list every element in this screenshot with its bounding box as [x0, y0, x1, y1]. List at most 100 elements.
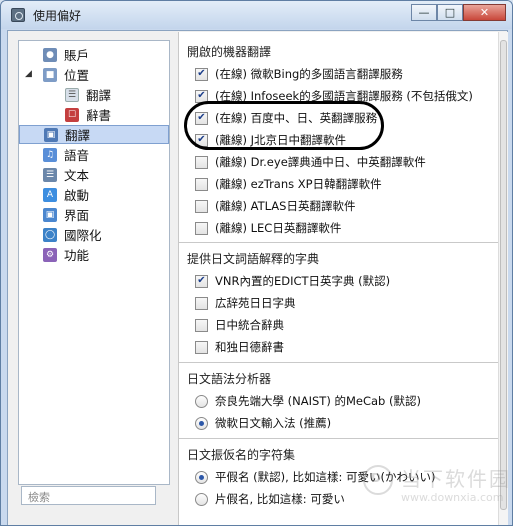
checkbox-checked-icon[interactable]: ✔ — [195, 67, 208, 81]
maximize-button[interactable]: □ — [437, 4, 463, 21]
sidebar-item-account[interactable]: ● 賬戶 — [19, 45, 169, 64]
checkbox-checked-icon[interactable]: ✔ — [195, 111, 208, 125]
settings-panel: 開啟的機器翻譯 ✔ (在線) 微軟Bing的多國語言翻譯服務 ✔ (在線) Info… — [178, 32, 498, 525]
window-client-area: ● 賬戶 ◢ ■ 位置 ☰ 翻譯 ☐ 辭書 ▣ 翻譯 ♫ 語音 ☰ 文本 A 啟… — [7, 30, 508, 525]
option-edict[interactable]: ✔ VNR內置的EDICT日英字典 (默認) — [195, 272, 390, 290]
checkbox-empty-icon[interactable] — [195, 199, 208, 213]
option-label: 広辞苑日日字典 — [215, 296, 296, 310]
option-label: 奈良先端大學 (NAIST) 的MeCab (默認) — [215, 394, 421, 408]
option-label: (離線) LEC日英翻譯軟件 — [215, 221, 342, 235]
sidebar-item-label: 位置 — [64, 68, 90, 83]
translation-icon: ☰ — [65, 87, 79, 102]
scrollbar-thumb[interactable] — [500, 40, 507, 510]
sidebar-item-label: 界面 — [64, 208, 90, 223]
location-icon: ■ — [43, 67, 57, 82]
option-label: (離線) ATLAS日英翻譯軟件 — [215, 199, 356, 213]
section-divider — [179, 438, 498, 439]
sidebar-item-i18n[interactable]: ◯ 國際化 — [19, 225, 169, 244]
option-label: (在線) 微軟Bing的多國語言翻譯服務 — [215, 67, 403, 81]
option-mecab[interactable]: 奈良先端大學 (NAIST) 的MeCab (默認) — [195, 392, 421, 410]
sidebar-item-location-dictionary[interactable]: ☐ 辭書 — [19, 105, 169, 124]
sidebar-item-label: 文本 — [64, 168, 90, 183]
radio-empty-icon[interactable] — [195, 394, 208, 408]
option-jbeijing[interactable]: ✔ (離線) J北京日中翻譯軟件 — [195, 131, 346, 149]
sidebar-item-label: 啟動 — [64, 188, 90, 203]
option-label: 日中統合辭典 — [215, 318, 284, 332]
music-note-icon: ♫ — [43, 147, 57, 162]
translate-icon: ▣ — [44, 127, 58, 142]
option-label: VNR內置的EDICT日英字典 (默認) — [215, 274, 391, 288]
checkbox-empty-icon[interactable] — [195, 296, 208, 310]
title-bar[interactable]: 使用偏好 — □ ✕ — [1, 1, 512, 29]
option-baidu[interactable]: ✔ (在線) 百度中、日、英翻譯服務 — [195, 109, 377, 127]
globe-icon: ◯ — [43, 227, 57, 242]
section-title-machine-translation: 開啟的機器翻譯 — [187, 45, 272, 59]
section-divider — [179, 362, 498, 363]
sidebar-item-launch[interactable]: A 啟動 — [19, 185, 169, 204]
sidebar-tree: ● 賬戶 ◢ ■ 位置 ☰ 翻譯 ☐ 辭書 ▣ 翻譯 ♫ 語音 ☰ 文本 A 啟… — [18, 40, 170, 485]
sidebar-item-features[interactable]: ⚙ 功能 — [19, 245, 169, 264]
text-icon: ☰ — [43, 167, 57, 182]
option-ms-ime[interactable]: 微軟日文輸入法 (推薦) — [195, 414, 331, 432]
sidebar-item-label: 翻譯 — [65, 128, 91, 143]
close-button[interactable]: ✕ — [463, 4, 506, 21]
preferences-window: 使用偏好 — □ ✕ ● 賬戶 ◢ ■ 位置 ☰ 翻譯 ☐ 辭書 ▣ 翻譯 ♫ … — [0, 0, 513, 526]
sidebar-item-label: 賬戶 — [64, 48, 90, 63]
checkbox-empty-icon[interactable] — [195, 318, 208, 332]
option-label: (離線) J北京日中翻譯軟件 — [215, 133, 347, 147]
radio-selected-icon[interactable] — [195, 416, 208, 430]
option-label: 平假名 (默認), 比如這樣: 可愛い(かわいい) — [215, 470, 436, 484]
window-title: 使用偏好 — [33, 8, 82, 23]
radio-empty-icon[interactable] — [195, 492, 208, 506]
sidebar-item-interface[interactable]: ▣ 界面 — [19, 205, 169, 224]
launch-icon: A — [43, 187, 57, 202]
option-bing[interactable]: ✔ (在線) 微軟Bing的多國語言翻譯服務 — [195, 65, 403, 83]
option-wadoku[interactable]: 和独日德辭書 — [195, 338, 284, 356]
vertical-scrollbar[interactable] — [498, 32, 508, 525]
option-label: (在線) 百度中、日、英翻譯服務 — [215, 111, 378, 125]
dictionary-icon: ☐ — [65, 107, 79, 122]
sidebar-item-label: 辭書 — [86, 108, 112, 123]
option-label: (離線) ezTrans XP日韓翻譯軟件 — [215, 177, 382, 191]
option-label: 和独日德辭書 — [215, 340, 284, 354]
option-label: (在線) Infoseek的多國語言翻譯服務 (不包括俄文) — [215, 89, 473, 103]
checkbox-empty-icon[interactable] — [195, 155, 208, 169]
sidebar-item-label: 功能 — [64, 248, 90, 263]
option-label: 片假名, 比如這樣: 可愛い — [215, 492, 345, 506]
section-title-parser: 日文語法分析器 — [187, 372, 272, 386]
option-label: (離線) Dr.eye譯典通中日、中英翻譯軟件 — [215, 155, 426, 169]
checkbox-checked-icon[interactable]: ✔ — [195, 89, 208, 103]
section-divider — [179, 242, 498, 243]
checkbox-empty-icon[interactable] — [195, 177, 208, 191]
minimize-button[interactable]: — — [411, 4, 437, 21]
checkbox-checked-icon[interactable]: ✔ — [195, 274, 208, 288]
option-jc-dict[interactable]: 日中統合辭典 — [195, 316, 284, 334]
option-dreye[interactable]: (離線) Dr.eye譯典通中日、中英翻譯軟件 — [195, 153, 426, 171]
option-infoseek[interactable]: ✔ (在線) Infoseek的多國語言翻譯服務 (不包括俄文) — [195, 87, 473, 105]
option-hiragana[interactable]: 平假名 (默認), 比如這樣: 可愛い(かわいい) — [195, 468, 435, 486]
search-input[interactable]: 檢索 — [21, 486, 156, 505]
option-kojien[interactable]: 広辞苑日日字典 — [195, 294, 296, 312]
app-icon — [11, 8, 25, 22]
sidebar-item-text[interactable]: ☰ 文本 — [19, 165, 169, 184]
sidebar-item-label: 國際化 — [64, 228, 102, 243]
sidebar-item-voice[interactable]: ♫ 語音 — [19, 145, 169, 164]
interface-icon: ▣ — [43, 207, 57, 222]
settings-icon: ⚙ — [43, 247, 57, 262]
sidebar-item-translate[interactable]: ▣ 翻譯 — [19, 125, 169, 144]
maximize-icon: □ — [444, 6, 456, 19]
checkbox-empty-icon[interactable] — [195, 340, 208, 354]
sidebar-item-location-translation[interactable]: ☰ 翻譯 — [19, 85, 169, 104]
option-eztrans[interactable]: (離線) ezTrans XP日韓翻譯軟件 — [195, 175, 382, 193]
checkbox-checked-icon[interactable]: ✔ — [195, 133, 208, 147]
option-lec[interactable]: (離線) LEC日英翻譯軟件 — [195, 219, 341, 237]
option-atlas[interactable]: (離線) ATLAS日英翻譯軟件 — [195, 197, 355, 215]
radio-selected-icon[interactable] — [195, 470, 208, 484]
option-label: 微軟日文輸入法 (推薦) — [215, 416, 332, 430]
option-katakana[interactable]: 片假名, 比如這樣: 可愛い — [195, 490, 345, 508]
sidebar-item-location[interactable]: ◢ ■ 位置 — [19, 65, 169, 84]
checkbox-empty-icon[interactable] — [195, 221, 208, 235]
sidebar-item-label: 語音 — [64, 148, 90, 163]
section-title-dictionary: 提供日文詞語解釋的字典 — [187, 252, 320, 266]
collapse-arrow-icon[interactable]: ◢ — [25, 69, 32, 79]
